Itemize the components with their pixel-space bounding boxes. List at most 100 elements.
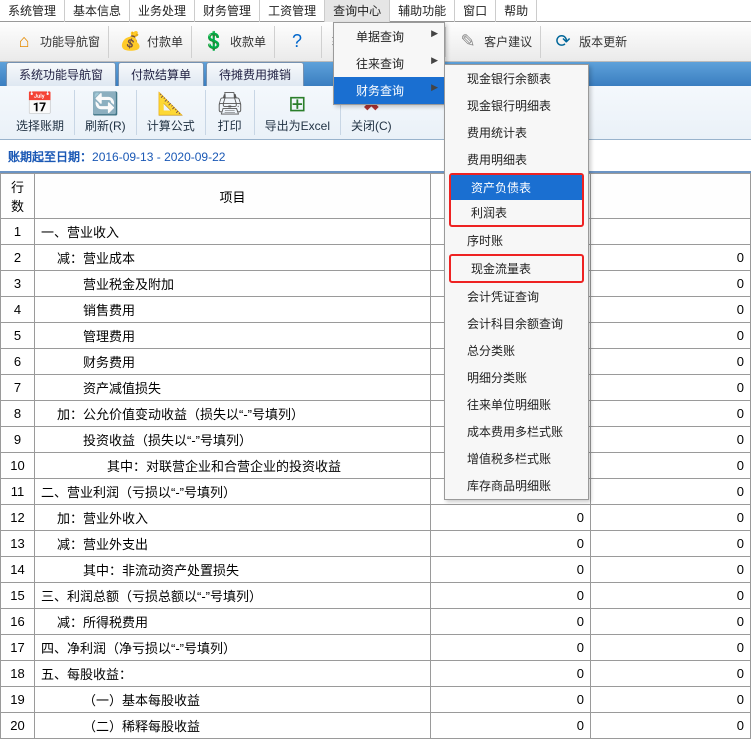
cell-item: 四、净利润（净亏损以“-”号填列） [35, 635, 431, 661]
menu-item[interactable]: 辅助功能 [390, 0, 455, 22]
table-row[interactable]: 16减：所得税费用00 [1, 609, 751, 635]
ribbon-button-label: 计算公式 [147, 117, 195, 134]
submenu-item[interactable]: 费用统计表 [445, 119, 588, 146]
submenu-item[interactable]: 现金银行余额表 [445, 65, 588, 92]
tab[interactable]: 待摊费用摊销 [206, 62, 304, 86]
cell-item: 减：所得税费用 [35, 609, 431, 635]
highlighted-group: 现金流量表 [449, 254, 584, 283]
table-row[interactable]: 13减：营业外支出00 [1, 531, 751, 557]
ribbon-button[interactable]: 📅选择账期 [6, 90, 75, 135]
cell-prev: 0 [591, 713, 751, 739]
toolbar-button[interactable]: ⟳版本更新 [543, 26, 635, 58]
cell-rownum: 10 [1, 453, 35, 479]
grid-header-item: 项目 [35, 174, 431, 219]
submenu-item[interactable]: 会计科目余额查询 [445, 310, 588, 337]
menu-item[interactable]: 财务管理 [195, 0, 260, 22]
submenu-item[interactable]: 序时账 [445, 227, 588, 254]
menu-item[interactable]: 工资管理 [260, 0, 325, 22]
table-row[interactable]: 11二、营业利润（亏损以“-”号填列）00 [1, 479, 751, 505]
table-row[interactable]: 5管理费用0 [1, 323, 751, 349]
submenu-item[interactable]: 库存商品明细账 [445, 472, 588, 499]
cell-item: 一、营业收入 [35, 219, 431, 245]
cal-icon: 📅 [26, 91, 53, 117]
table-row[interactable]: 6财务费用0 [1, 349, 751, 375]
table-row[interactable]: 4销售费用0 [1, 297, 751, 323]
menu-item[interactable]: 系统管理 [0, 0, 65, 22]
cell-rownum: 12 [1, 505, 35, 531]
grid-header-rownum: 行数 [1, 174, 35, 219]
table-row[interactable]: 19（一）基本每股收益00 [1, 687, 751, 713]
submenu-item[interactable]: 资产负债表 [451, 175, 582, 200]
cell-item: （二）稀释每股收益 [35, 713, 431, 739]
ribbon-button[interactable]: 🖨打印 [206, 90, 255, 135]
cell-prev: 0 [591, 297, 751, 323]
cell-rownum: 4 [1, 297, 35, 323]
submenu-item[interactable]: 增值税多栏式账 [445, 445, 588, 472]
toolbar-button[interactable]: ? [277, 26, 322, 58]
tab[interactable]: 系统功能导航窗 [6, 62, 116, 86]
menu-item[interactable]: 窗口 [455, 0, 496, 22]
table-row[interactable]: 18五、每股收益：00 [1, 661, 751, 687]
toolbar-button[interactable]: ⌂功能导航窗 [4, 26, 109, 58]
dropdown-item[interactable]: 财务查询 [334, 77, 444, 104]
submenu-item[interactable]: 往来单位明细账 [445, 391, 588, 418]
submenu-item[interactable]: 成本费用多栏式账 [445, 418, 588, 445]
table-row[interactable]: 10其中：对联营企业和合营企业的投资收益0 [1, 453, 751, 479]
table-row[interactable]: 3营业税金及附加0 [1, 271, 751, 297]
dropdown-item[interactable]: 往来查询 [334, 50, 444, 77]
submenu-item[interactable]: 会计凭证查询 [445, 283, 588, 310]
grid-header-row: 行数 项目 本期数 [1, 174, 751, 219]
cell-item: 二、营业利润（亏损以“-”号填列） [35, 479, 431, 505]
table-row[interactable]: 7资产减值损失0 [1, 375, 751, 401]
ribbon-button-label: 刷新(R) [85, 117, 126, 134]
submenu-item[interactable]: 明细分类账 [445, 364, 588, 391]
cell-item: 减：营业成本 [35, 245, 431, 271]
table-row[interactable]: 20（二）稀释每股收益00 [1, 713, 751, 739]
ref-icon: 🔄 [92, 91, 119, 117]
submenu-item[interactable]: 利润表 [451, 200, 582, 225]
toolbar-button-label: 付款单 [147, 33, 183, 50]
help-icon: ? [285, 30, 309, 54]
ribbon-button[interactable]: ⊞导出为Excel [255, 90, 341, 135]
cell-prev: 0 [591, 401, 751, 427]
cell-item: （一）基本每股收益 [35, 687, 431, 713]
menu-item[interactable]: 业务处理 [130, 0, 195, 22]
submenu-item[interactable]: 总分类账 [445, 337, 588, 364]
cell-prev: 0 [591, 557, 751, 583]
dropdown-item[interactable]: 单据查询 [334, 23, 444, 50]
menu-item[interactable]: 基本信息 [65, 0, 130, 22]
submenu-item[interactable]: 现金流量表 [451, 256, 582, 281]
tab[interactable]: 付款结算单 [118, 62, 204, 86]
cell-prev: 0 [591, 479, 751, 505]
cell-rownum: 14 [1, 557, 35, 583]
xls-icon: ⊞ [288, 91, 306, 117]
cell-current: 0 [431, 531, 591, 557]
cell-prev: 0 [591, 245, 751, 271]
ribbon-button[interactable]: 🔄刷新(R) [75, 90, 137, 135]
submenu-item[interactable]: 费用明细表 [445, 146, 588, 173]
table-row[interactable]: 8加：公允价值变动收益（损失以“-”号填列）0 [1, 401, 751, 427]
toolbar-button[interactable]: 💲收款单 [194, 26, 275, 58]
table-row[interactable]: 1一、营业收入 [1, 219, 751, 245]
toolbar-button[interactable]: 💰付款单 [111, 26, 192, 58]
menu-item[interactable]: 帮助 [496, 0, 537, 22]
cell-rownum: 6 [1, 349, 35, 375]
table-row[interactable]: 15三、利润总额（亏损总额以“-”号填列）00 [1, 583, 751, 609]
ribbon-button-label: 打印 [218, 117, 242, 134]
submenu-item[interactable]: 现金银行明细表 [445, 92, 588, 119]
table-row[interactable]: 12加：营业外收入00 [1, 505, 751, 531]
toolbar-button[interactable]: ✎客户建议 [448, 26, 541, 58]
menubar: 系统管理基本信息业务处理财务管理工资管理查询中心辅助功能窗口帮助 [0, 0, 751, 22]
cell-item: 其中：对联营企业和合营企业的投资收益 [35, 453, 431, 479]
cell-rownum: 15 [1, 583, 35, 609]
table-row[interactable]: 9投资收益（损失以“-”号填列）0 [1, 427, 751, 453]
table-row[interactable]: 2减：营业成本0 [1, 245, 751, 271]
cell-item: 投资收益（损失以“-”号填列） [35, 427, 431, 453]
cell-prev: 0 [591, 531, 751, 557]
table-row[interactable]: 17四、净利润（净亏损以“-”号填列）00 [1, 635, 751, 661]
cell-item: 其中：非流动资产处置损失 [35, 557, 431, 583]
menu-item[interactable]: 查询中心 [325, 0, 390, 22]
table-row[interactable]: 14其中：非流动资产处置损失00 [1, 557, 751, 583]
ribbon-button[interactable]: 📐计算公式 [137, 90, 206, 135]
cell-rownum: 7 [1, 375, 35, 401]
